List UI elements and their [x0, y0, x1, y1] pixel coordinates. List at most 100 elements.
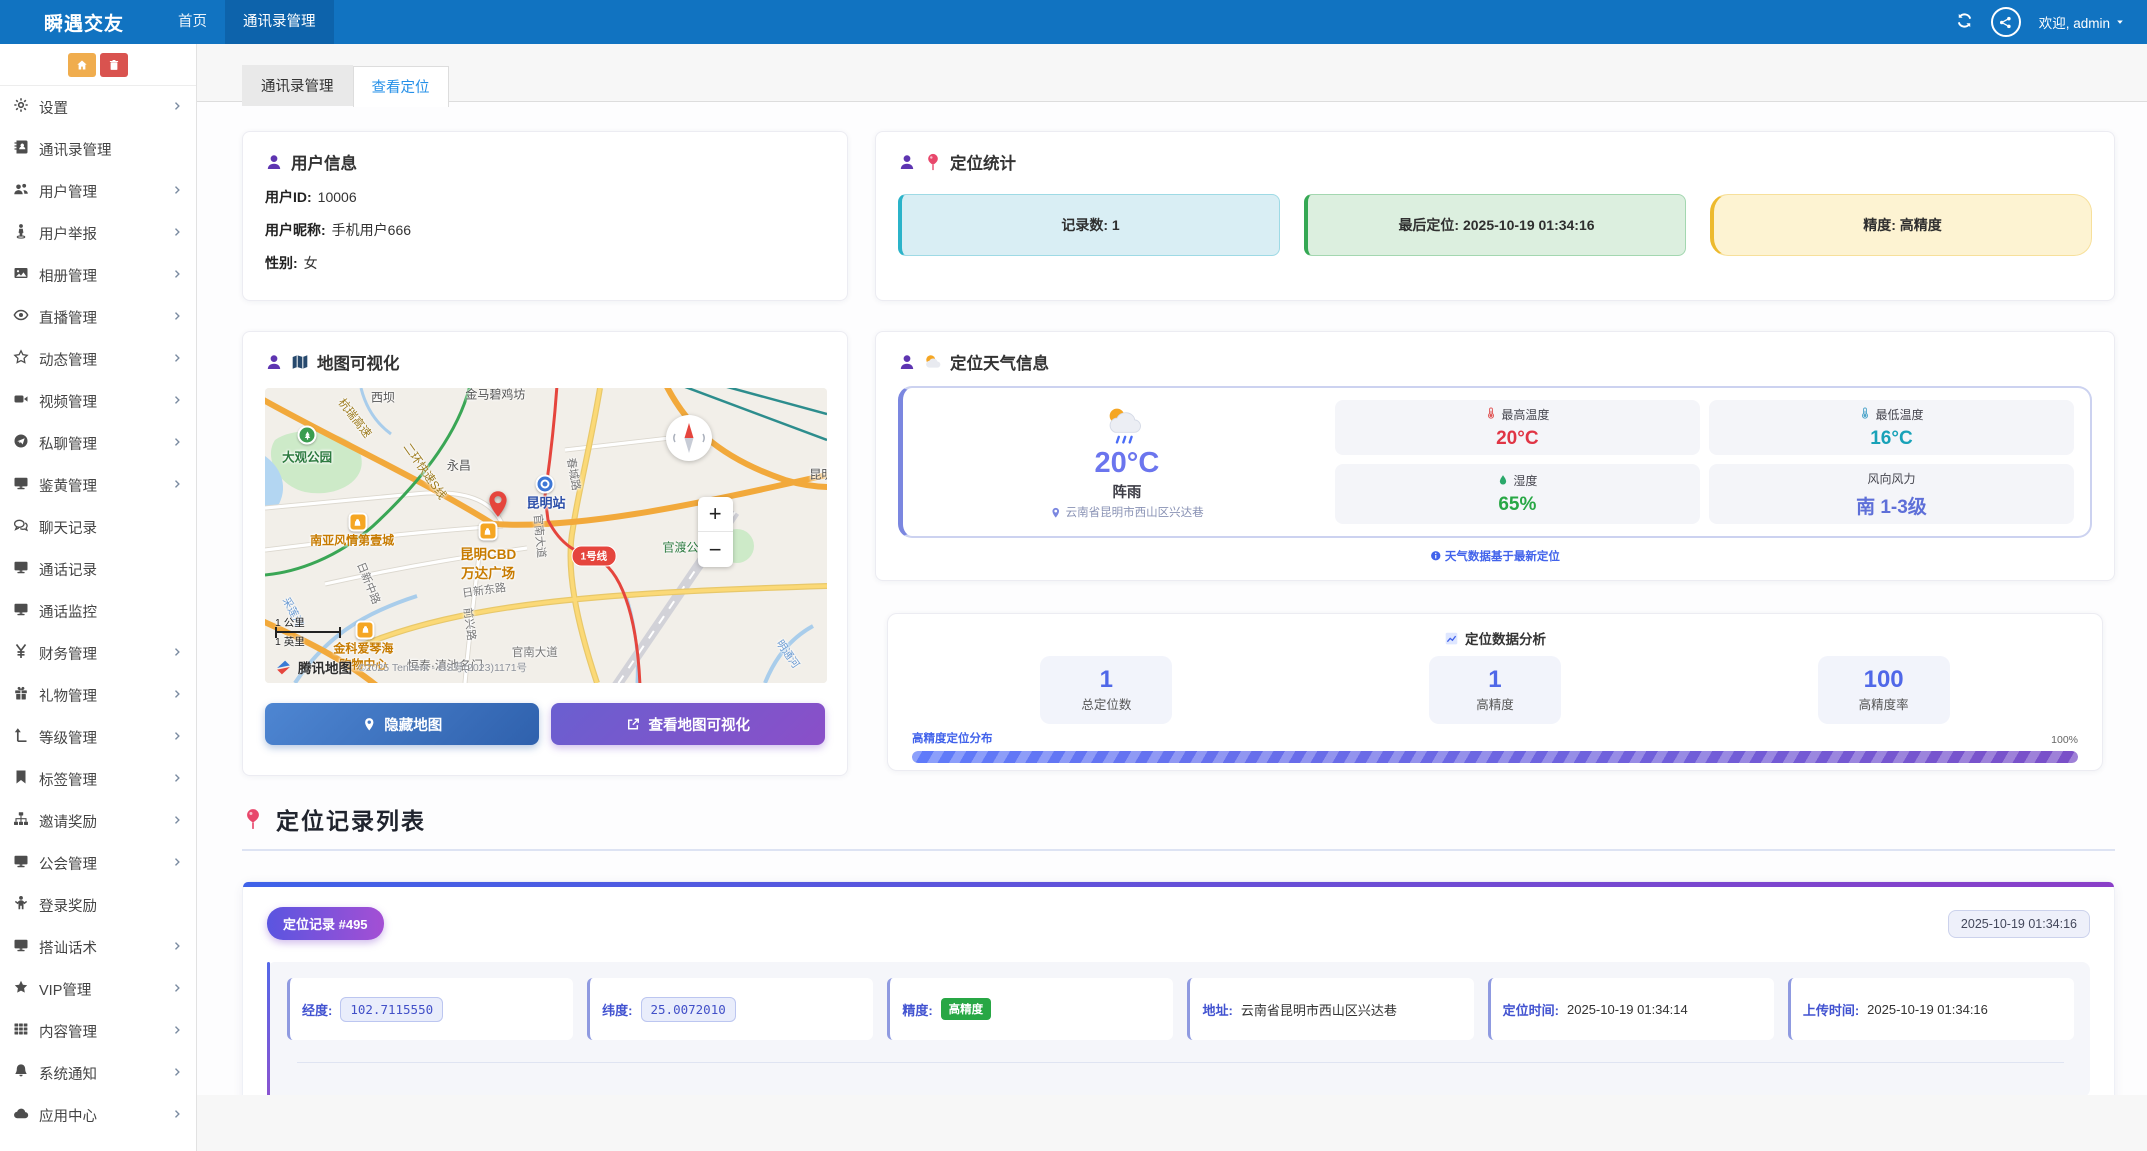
map-label: 永昌 — [447, 456, 471, 473]
scale-km: 1 公里 — [275, 615, 341, 630]
card-title: 定位天气信息 — [950, 350, 1049, 374]
sidebar-item-用户管理[interactable]: 用户管理 — [0, 170, 196, 212]
records-list: 定位记录 #4952025-10-19 01:34:16经度:102.71155… — [242, 881, 2115, 1095]
hide-map-button[interactable]: 隐藏地图 — [265, 703, 539, 745]
sidebar-item-等级管理[interactable]: 等级管理 — [0, 716, 196, 758]
stat-value: 1 — [1100, 667, 1113, 693]
tab-通讯录管理[interactable]: 通讯录管理 — [242, 65, 353, 106]
nav-item-通讯录管理[interactable]: 通讯录管理 — [225, 0, 334, 44]
chevron-right-icon — [171, 688, 183, 702]
sitemap-icon — [13, 811, 39, 830]
stat-value: 100 — [1864, 667, 1904, 693]
sidebar-item-聊天记录[interactable]: 聊天记录 — [0, 506, 196, 548]
sidebar-item-相册管理[interactable]: 相册管理 — [0, 254, 196, 296]
compass-control[interactable] — [666, 415, 712, 461]
sidebar-item-应用中心[interactable]: 应用中心 — [0, 1094, 196, 1136]
sidebar-item-财务管理[interactable]: 财务管理 — [0, 632, 196, 674]
staro-icon — [13, 349, 39, 368]
record-header: 定位记录 #4952025-10-19 01:34:16 — [267, 907, 2090, 940]
tab-查看定位[interactable]: 查看定位 — [353, 66, 449, 107]
field-value-code: 102.7115550 — [340, 997, 443, 1022]
record-badge: 定位记录 #495 — [267, 907, 384, 940]
map-scale: 1 公里 1 英里 — [275, 615, 341, 649]
sidebar-item-动态管理[interactable]: 动态管理 — [0, 338, 196, 380]
eye-icon — [13, 307, 39, 326]
stat-label: 总定位数 — [1081, 694, 1131, 713]
map-label: 春城路 — [563, 456, 584, 491]
analysis-stat: 1高精度 — [1429, 656, 1561, 724]
cloud-icon — [13, 1105, 39, 1124]
sidebar-item-用户举报[interactable]: 用户举报 — [0, 212, 196, 254]
sidebar-item-视频管理[interactable]: 视频管理 — [0, 380, 196, 422]
top-nav: 首页通讯录管理 — [160, 0, 334, 44]
user-field: 用户ID:10006 — [265, 187, 825, 207]
map-view[interactable]: 西坝金马碧鸡坊大观公园杭瑞高速二环快速S线永昌昆明站春城路官南大道南亚风情第壹城… — [265, 388, 827, 683]
sidebar-item-label: 用户管理 — [39, 181, 97, 202]
zoom-out-button[interactable]: − — [698, 532, 733, 567]
sidebar-item-邀请奖励[interactable]: 邀请奖励 — [0, 800, 196, 842]
field-label: 纬度: — [602, 1000, 632, 1019]
chevron-right-icon — [171, 646, 183, 660]
sidebar-item-标签管理[interactable]: 标签管理 — [0, 758, 196, 800]
image-icon — [13, 265, 39, 284]
home-button[interactable] — [68, 53, 96, 77]
map-overlay: 西坝金马碧鸡坊大观公园杭瑞高速二环快速S线永昌昆明站春城路官南大道南亚风情第壹城… — [265, 388, 827, 683]
sidebar-item-label: 相册管理 — [39, 265, 97, 286]
field-value: 10006 — [318, 189, 357, 205]
sidebar-item-鉴黄管理[interactable]: 鉴黄管理 — [0, 464, 196, 506]
sidebar-item-登录奖励[interactable]: 登录奖励 — [0, 884, 196, 926]
sidebar-item-系统通知[interactable]: 系统通知 — [0, 1052, 196, 1094]
clear-button[interactable] — [100, 53, 128, 77]
metric-label: 湿度 — [1497, 472, 1537, 489]
record-body: 经度:102.7115550纬度:25.0072010精度:高精度地址:云南省昆… — [267, 962, 2090, 1095]
metric-value: 南 1-3级 — [1856, 492, 1927, 519]
nav-item-首页[interactable]: 首页 — [160, 0, 225, 44]
sidebar-item-直播管理[interactable]: 直播管理 — [0, 296, 196, 338]
weather-metric: 湿度65% — [1335, 464, 1700, 524]
app-brand[interactable]: 瞬遇交友 — [0, 9, 160, 36]
sidebar-item-私聊管理[interactable]: 私聊管理 — [0, 422, 196, 464]
map-label: 大观公园 — [282, 446, 332, 465]
child-icon — [13, 895, 39, 914]
home-icon — [76, 59, 88, 71]
precision-badge: 高精度 — [941, 998, 992, 1020]
current-condition: 阵雨 — [1112, 481, 1141, 502]
card-title: 用户信息 — [291, 150, 357, 174]
chevron-right-icon — [171, 394, 183, 408]
person-icon — [898, 353, 916, 371]
zoom-in-button[interactable]: + — [698, 497, 733, 532]
sidebar-item-内容管理[interactable]: 内容管理 — [0, 1010, 196, 1052]
user-menu[interactable]: 欢迎, admin — [2039, 12, 2125, 32]
sidebar-item-label: 系统通知 — [39, 1063, 97, 1084]
field-value: 云南省昆明市西山区兴达巷 — [1241, 1000, 1397, 1019]
stat-box: 最后定位: 2025-10-19 01:34:16 — [1304, 194, 1686, 256]
refresh-icon[interactable] — [1956, 12, 1973, 32]
sidebar-item-通话监控[interactable]: 通话监控 — [0, 590, 196, 632]
sidebar-item-公会管理[interactable]: 公会管理 — [0, 842, 196, 884]
sidebar-item-设置[interactable]: 设置 — [0, 86, 196, 128]
location-record-card: 定位记录 #4952025-10-19 01:34:16经度:102.71155… — [242, 881, 2115, 1095]
mall-poi-marker[interactable] — [356, 620, 375, 639]
sidebar-item-礼物管理[interactable]: 礼物管理 — [0, 674, 196, 716]
analysis-stats: 1总定位数1高精度100高精度率 — [912, 656, 2078, 724]
analysis-stat: 1总定位数 — [1040, 656, 1172, 724]
chevron-right-icon — [171, 184, 183, 198]
sidebar-item-通讯录管理[interactable]: 通讯录管理 — [0, 128, 196, 170]
map-label: 昆明 — [809, 465, 827, 482]
user-info-card: 用户信息 用户ID:10006用户昵称:手机用户666性别:女 — [242, 131, 848, 301]
map-label: 二环快速S线 — [400, 439, 450, 502]
metro-station-marker[interactable] — [536, 474, 555, 493]
view-map-button[interactable]: 查看地图可视化 — [551, 703, 825, 745]
map-attribution: 腾讯地图 ©2025 Tencent - GS号(2023)1171号 — [275, 657, 527, 677]
attribution-name[interactable]: 腾讯地图 — [298, 657, 352, 677]
location-pin-marker[interactable] — [483, 489, 513, 527]
mall-poi-marker[interactable] — [348, 513, 367, 532]
chevron-right-icon — [171, 1024, 183, 1038]
map-label: 金马碧鸡坊 — [465, 388, 525, 402]
park-poi-marker[interactable] — [298, 426, 317, 445]
sidebar-item-VIP管理[interactable]: VIP管理 — [0, 968, 196, 1010]
avatar[interactable] — [1991, 7, 2021, 37]
sidebar-item-搭讪话术[interactable]: 搭讪话术 — [0, 926, 196, 968]
sidebar-item-通话记录[interactable]: 通话记录 — [0, 548, 196, 590]
sidebar-menu: 设置通讯录管理用户管理用户举报相册管理直播管理动态管理视频管理私聊管理鉴黄管理聊… — [0, 86, 196, 1136]
